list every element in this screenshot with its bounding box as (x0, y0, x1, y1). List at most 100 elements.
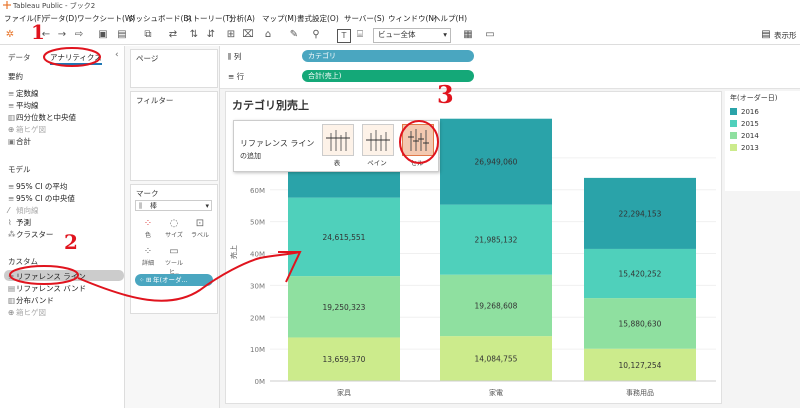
drop-target-cell[interactable] (402, 124, 434, 156)
y-tick-label: 10M (250, 346, 265, 354)
legend-item-2015[interactable]: 2015 (730, 120, 759, 128)
menu-dashboard[interactable]: ダッシュボード(B) (128, 13, 192, 24)
analytics-item-forecast[interactable]: ⌇ 予測 (8, 217, 31, 228)
data-label: 10,127,254 (619, 361, 662, 370)
menu-help[interactable]: ヘルプ(H) (433, 13, 467, 24)
item-label: リファレンス バンド (16, 284, 87, 293)
tab-data[interactable]: データ (8, 52, 31, 63)
legend-swatch (730, 144, 737, 151)
color-year-pill[interactable]: ⁘ ⊞ 年(オーダ... (135, 274, 213, 286)
pin-icon[interactable]: ⚲ (310, 29, 322, 41)
section-summary: 要約 (8, 72, 23, 81)
rows-shelf[interactable]: ≡ 行 合計(売上) (220, 66, 800, 89)
save-icon[interactable]: ▣ (97, 29, 109, 41)
redo-icon[interactable]: → (56, 29, 68, 41)
legend-label: 2015 (741, 120, 759, 128)
analytics-pane: データ アナリティクス ‹ 要約 ≡ 定数線 ≡ 平均線 ▥四分位数と中央値 ⊕ 箱ヒ… (0, 46, 125, 408)
menu-bar: ファイル(F) データ(D) ワークシート(W) ダッシュボード(B) ストーリ… (0, 11, 800, 25)
clear-icon[interactable]: ⌧ (242, 29, 254, 41)
analytics-item-constant-line[interactable]: ≡ 定数線 (8, 88, 39, 99)
color-button[interactable]: ⁘ 色 (137, 217, 159, 241)
menu-data[interactable]: データ(D) (43, 13, 77, 24)
annotation-number-2: 2 (64, 230, 78, 254)
new-sheet-icon[interactable]: ▤ (116, 29, 128, 41)
item-label: 四分位数と中央値 (16, 113, 76, 122)
duplicate-sheet-icon[interactable]: ⧉ (142, 29, 154, 41)
reference-band-icon: ▤ (8, 284, 16, 293)
mark-type-value: 棒 (150, 202, 157, 210)
size-button[interactable]: ◌ サイズ (163, 217, 185, 241)
mark-type-select[interactable]: ⫼ 棒 ▾ (135, 200, 212, 211)
menu-map[interactable]: マップ(M) (262, 13, 297, 24)
legend-item-2016[interactable]: 2016 (730, 108, 759, 116)
menu-story[interactable]: ストーリー(T) (185, 13, 233, 24)
drop-target-table[interactable] (322, 124, 354, 156)
label-button[interactable]: ⊡ ラベル (189, 217, 211, 241)
analytics-item-totals[interactable]: ▣合計 (8, 136, 31, 147)
pages-shelf[interactable]: ページ (130, 49, 218, 88)
collapse-pane-icon[interactable]: ‹ (115, 50, 119, 60)
y-tick-label: 20M (250, 314, 265, 322)
legend-item-2014[interactable]: 2014 (730, 132, 759, 140)
menu-analysis[interactable]: 分析(A) (229, 13, 255, 24)
show-cards-icon[interactable]: ▦ (462, 29, 474, 41)
label-icon[interactable]: ⌂ (262, 29, 274, 41)
tableau-logo-icon (3, 1, 11, 9)
menu-server[interactable]: サーバー(S) (344, 13, 385, 24)
color-label: 色 (144, 232, 151, 239)
y-tick-label: 30M (250, 282, 265, 290)
swap-icon[interactable]: ⇄ (167, 29, 179, 41)
detail-label: 詳細 (141, 260, 154, 267)
reference-line-icon: ≡ (8, 272, 15, 281)
title-bar: Tableau Public - ブック2 (0, 0, 800, 11)
filters-shelf[interactable]: フィルター (130, 91, 218, 181)
item-label: 定数線 (16, 89, 39, 98)
format-icon[interactable]: ⌸ (354, 29, 366, 41)
drop-target-pane[interactable] (362, 124, 394, 156)
item-label: 箱ヒゲ図 (16, 125, 46, 134)
view-size-select[interactable]: ビュー全体 ▾ (373, 28, 451, 43)
show-me-button[interactable]: 表示形 (774, 30, 797, 41)
detail-button[interactable]: ⁘ 詳細 (137, 245, 159, 269)
forecast-icon: ⌇ (8, 218, 12, 227)
analytics-item-cluster[interactable]: ⁂クラスター (8, 229, 53, 240)
menu-format[interactable]: 書式設定(O) (297, 13, 339, 24)
group-icon[interactable]: ⊞ (225, 29, 237, 41)
new-datasource-icon[interactable]: ⇨ (73, 29, 85, 41)
analytics-item-reference-line[interactable]: ≡ リファレンス ライン (8, 271, 86, 282)
legend-label: 2016 (741, 108, 759, 116)
view-size-value: ビュー全体 (378, 30, 416, 39)
analytics-item-ci-median[interactable]: ≡ 95% CI の中央値 (8, 193, 75, 204)
legend-item-2013[interactable]: 2013 (730, 144, 759, 152)
presentation-icon[interactable]: ▭ (484, 29, 496, 41)
chevron-down-icon: ▾ (205, 202, 209, 210)
color-legend: 年(オーダー日) 2016 2015 2014 2013 (725, 91, 800, 191)
tableau-start-icon[interactable]: ✲ (4, 29, 16, 41)
x-category-label: 家具 (337, 388, 351, 397)
analytics-item-distribution-band[interactable]: ▥分布バンド (8, 295, 54, 306)
highlight-icon[interactable]: ✎ (288, 29, 300, 41)
analytics-item-average-line[interactable]: ≡ 平均線 (8, 100, 39, 111)
tab-analytics[interactable]: アナリティクス (50, 52, 102, 65)
rows-label: ≡ 行 (228, 71, 244, 82)
data-label: 14,084,755 (475, 355, 518, 364)
data-label: 21,985,132 (475, 236, 518, 245)
analytics-item-ci-mean[interactable]: ≡ 95% CI の平均 (8, 181, 67, 192)
data-label: 15,880,630 (619, 319, 662, 328)
text-label-icon[interactable]: T (337, 29, 351, 43)
show-me-icon[interactable]: ▤ (760, 29, 772, 41)
item-label: 予測 (16, 218, 31, 227)
totals-icon: ▣ (8, 137, 16, 146)
analytics-item-median-quartiles[interactable]: ▥四分位数と中央値 (8, 112, 76, 123)
sort-asc-icon[interactable]: ⇅ (188, 29, 200, 41)
analytics-item-reference-band[interactable]: ▤リファレンス バンド (8, 283, 86, 294)
cluster-icon: ⁂ (8, 230, 16, 239)
sort-desc-icon[interactable]: ⇵ (205, 29, 217, 41)
legend-swatch (730, 132, 737, 139)
category-pill[interactable]: カテゴリ (302, 50, 474, 62)
legend-label: 2014 (741, 132, 759, 140)
menu-window[interactable]: ウィンドウ(N) (388, 13, 437, 24)
tooltip-button[interactable]: ▭ ツールヒ.. (163, 245, 185, 276)
menu-worksheet[interactable]: ワークシート(W) (77, 13, 135, 24)
drop-target-table-label: 表 (333, 159, 341, 167)
